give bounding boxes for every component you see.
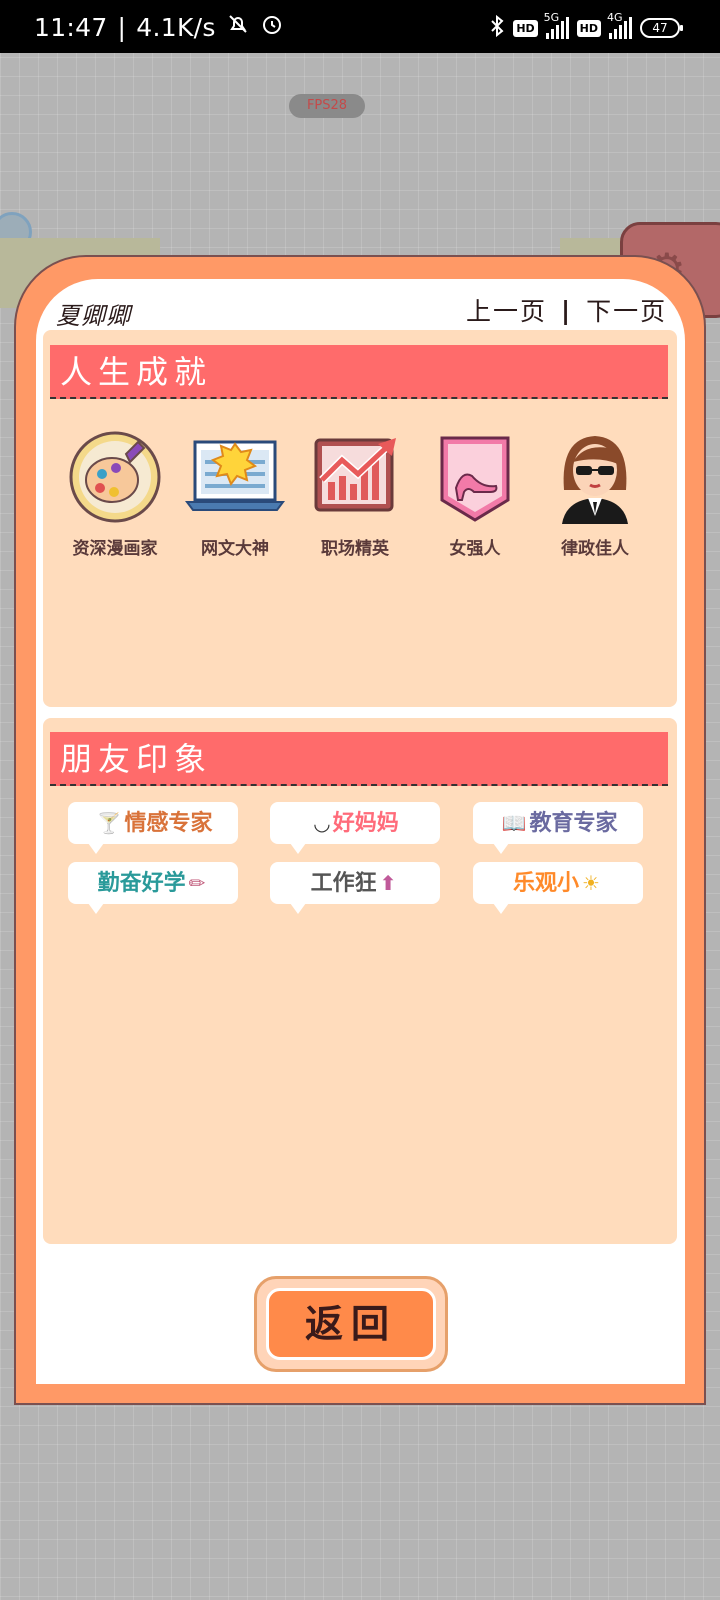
growth-chart-icon: [300, 430, 410, 524]
alarm-clock-icon: [260, 12, 284, 42]
impressions-panel: [43, 718, 677, 1244]
impression-tag[interactable]: ◡ 好妈妈: [270, 802, 440, 854]
achievement-label: 资深漫画家: [72, 539, 158, 559]
open-book-icon: 📖: [501, 811, 527, 835]
signal-5g-icon: 5G: [544, 11, 569, 39]
next-page-button[interactable]: 下一页: [586, 292, 667, 328]
achievements-title: 人生成就: [50, 345, 668, 399]
hd-badge-2: HD: [576, 19, 601, 37]
bluetooth-icon: [489, 14, 505, 42]
achievement-label: 职场精英: [321, 539, 389, 559]
palette-icon: [60, 430, 170, 524]
impressions-title: 朋友印象: [50, 732, 668, 786]
pager-separator: |: [561, 295, 573, 325]
high-heel-icon: [420, 430, 530, 524]
mute-bell-icon: [226, 12, 250, 42]
impression-tag[interactable]: 乐观小 ☀: [473, 862, 643, 914]
smile-icon: ◡: [314, 811, 330, 835]
sun-icon: ☀: [582, 871, 600, 895]
pager: 上一页 | 下一页: [466, 292, 667, 328]
laptop-ranking-icon: [180, 430, 290, 524]
back-button[interactable]: 返回: [266, 1288, 436, 1360]
fps-counter: FPS28: [289, 94, 365, 118]
clock: 11:47: [34, 12, 108, 42]
achievement-label: 女强人: [449, 539, 501, 559]
network-speed: 4.1K/s: [136, 12, 216, 42]
status-bar: 11:47 | 4.1K/s HD 5G HD 4G 47: [0, 0, 720, 53]
achievement-item[interactable]: 律政佳人: [540, 430, 650, 559]
impression-tag[interactable]: 工作狂 ⬆: [270, 862, 440, 914]
impression-tag[interactable]: 勤奋好学 ✏: [68, 862, 238, 914]
battery-icon: 47: [640, 18, 683, 38]
achievement-label: 网文大神: [201, 539, 269, 559]
impression-tag[interactable]: 📖 教育专家: [473, 802, 643, 854]
achievement-label: 律政佳人: [561, 539, 629, 559]
achievement-item[interactable]: 女强人: [420, 430, 530, 559]
achievement-item[interactable]: 网文大神: [180, 430, 290, 559]
player-name: 夏卿卿: [56, 302, 131, 330]
prev-page-button[interactable]: 上一页: [466, 292, 547, 328]
achievement-item[interactable]: 职场精英: [300, 430, 410, 559]
achievement-item[interactable]: 资深漫画家: [60, 430, 170, 559]
lawyer-avatar-icon: [540, 430, 650, 524]
pencil-icon: ✏: [188, 871, 206, 895]
hd-badge: HD: [513, 19, 538, 37]
up-arrow-icon: ⬆: [379, 871, 397, 895]
signal-4g-icon: 4G: [607, 11, 632, 39]
impression-tag[interactable]: 🍸 情感专家: [68, 802, 238, 854]
cocktail-glass-icon: 🍸: [96, 811, 122, 835]
